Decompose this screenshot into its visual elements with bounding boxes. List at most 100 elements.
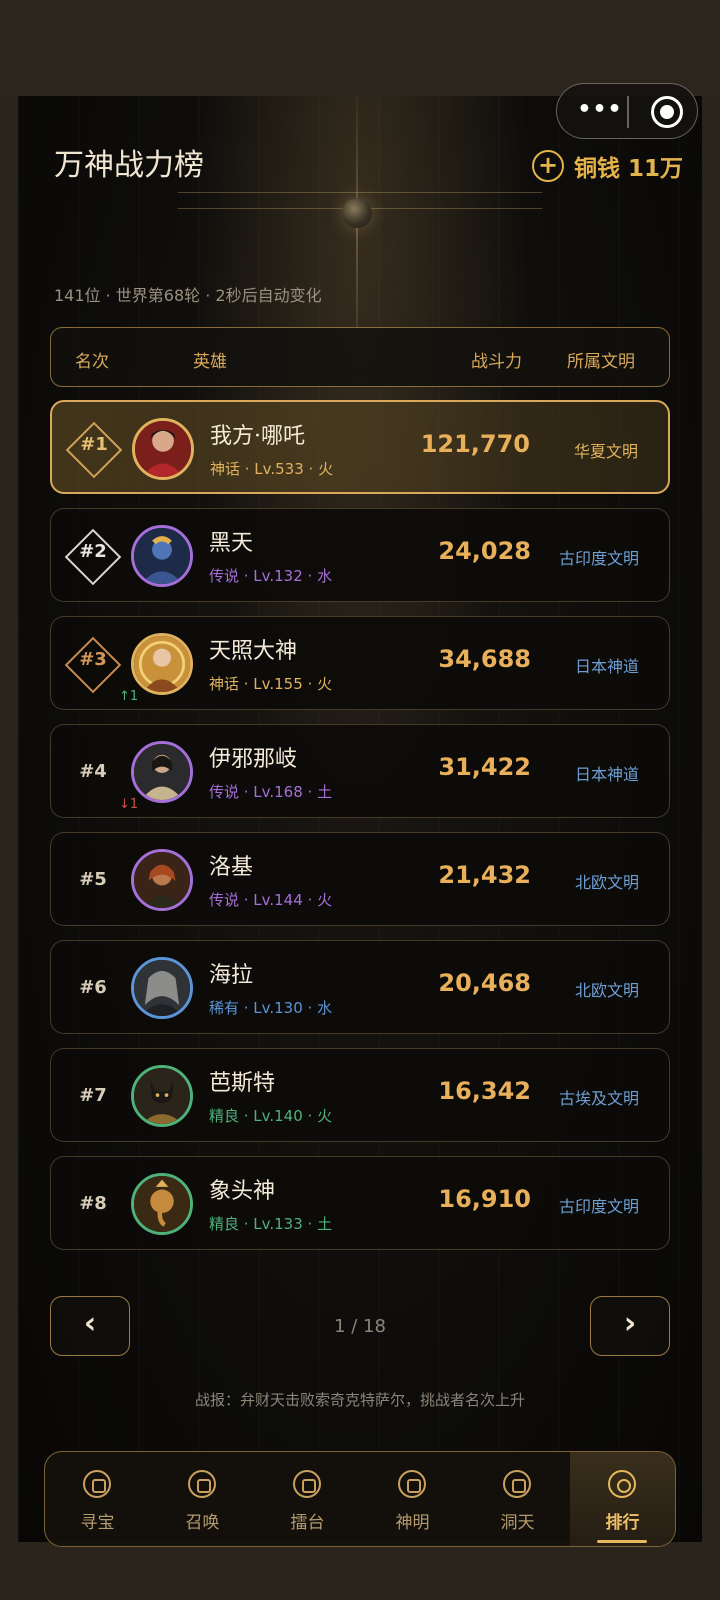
nav-item-deity[interactable]: 神明 [360,1452,465,1546]
next-page-button[interactable]: › [590,1296,670,1356]
plus-icon[interactable]: + [532,150,564,182]
nav-label: 寻宝 [80,1513,115,1533]
header-power: 战斗力 [471,352,522,372]
summon-icon [188,1470,216,1498]
arena-icon [293,1470,321,1498]
ranking-icon [608,1470,636,1498]
table-row[interactable]: #8 象头神 精良 · Lv.133 · 土 16,910 古印度文明 [50,1156,670,1250]
nav-label: 擂台 [290,1513,325,1533]
rank-label: #3 [79,649,107,670]
hero-info: 神话 · Lv.155 · 火 [209,675,333,693]
rank-label: #8 [79,1193,107,1214]
hero-name: 洛基 [209,855,254,880]
nav-label: 神明 [395,1513,430,1533]
nav-label: 召唤 [185,1513,220,1533]
nav-label: 排行 [605,1513,640,1533]
hero-info: 稀有 · Lv.130 · 水 [209,999,333,1017]
avatar [131,957,193,1019]
rank-label: #1 [80,434,108,455]
table-row[interactable]: #2 黑天 传说 · Lv.132 · 水 24,028 古印度文明 [50,508,670,602]
coin-value: 11万 [628,156,684,182]
hero-info: 传说 · Lv.168 · 土 [209,783,333,801]
portrait-icon [134,1068,190,1124]
rank-label: #5 [79,869,107,890]
civilization: 日本神道 [574,657,639,676]
treasure-icon [83,1470,111,1498]
civilization: 北欧文明 [574,981,639,1000]
civilization: 北欧文明 [574,873,639,892]
coin-balance: + 铜钱 11万 [532,148,683,184]
portrait-icon [134,528,190,584]
avatar [131,849,193,911]
bottom-nav: 寻宝 召唤 擂台 神明 洞天 排行 [44,1451,676,1547]
capsule-divider [627,96,629,128]
realm-icon [503,1470,531,1498]
hero-info: 精良 · Lv.133 · 土 [209,1215,333,1233]
portrait-icon [134,744,190,800]
nav-item-treasure[interactable]: 寻宝 [45,1452,150,1546]
power-value: 16,910 [438,1185,531,1213]
hero-name: 伊邪那岐 [209,747,298,772]
civilization: 华夏文明 [573,442,638,461]
target-icon[interactable] [651,96,683,128]
hero-info: 传说 · Lv.132 · 水 [209,567,333,585]
nav-item-ranking[interactable]: 排行 [570,1452,675,1546]
prev-page-button[interactable]: ‹ [50,1296,130,1356]
active-indicator [597,1540,647,1543]
nav-item-arena[interactable]: 擂台 [255,1452,360,1546]
avatar [131,525,193,587]
portrait-icon [134,1176,190,1232]
page-indicator: 1 / 18 [334,1316,386,1337]
hero-info: 传说 · Lv.144 · 火 [209,891,333,909]
mini-program-capsule: ••• [556,83,698,139]
power-value: 20,468 [438,969,531,997]
table-header: 名次 英雄 战斗力 所属文明 [50,327,670,387]
nav-label: 洞天 [500,1513,535,1533]
coin-label: 铜钱 [574,156,620,182]
civilization: 日本神道 [574,765,639,784]
avatar [131,741,193,803]
power-value: 121,770 [420,430,530,458]
power-value: 31,422 [438,753,531,781]
hero-name: 海拉 [209,963,254,988]
portrait-icon [134,636,190,692]
hero-name: 黑天 [209,531,254,556]
hero-name: 天照大神 [209,639,298,664]
table-row[interactable]: #5 洛基 传说 · Lv.144 · 火 21,432 北欧文明 [50,832,670,926]
rank-label: #2 [79,541,107,562]
battle-report: 战报：弁财天击败索奇克特萨尔，挑战者名次上升 [194,1391,525,1409]
decor-orb [342,198,372,228]
portrait-icon [134,960,190,1016]
nav-item-summon[interactable]: 召唤 [150,1452,255,1546]
deity-icon [398,1470,426,1498]
avatar [131,1173,193,1235]
portrait-icon [134,852,190,908]
portrait-icon [135,421,191,477]
nav-item-realm[interactable]: 洞天 [465,1452,570,1546]
civilization: 古印度文明 [558,1197,639,1216]
hero-name: 芭斯特 [209,1071,276,1096]
civilization: 古印度文明 [558,549,639,568]
rank-label: #7 [79,1085,107,1106]
rank-change: ↑1 [119,689,139,704]
hero-info: 精良 · Lv.140 · 火 [209,1107,333,1125]
hero-name: 象头神 [209,1179,276,1204]
rank-change: ↓1 [119,797,139,812]
avatar [131,1065,193,1127]
status-area [0,0,720,96]
table-row[interactable]: #4 ↓1 伊邪那岐 传说 · Lv.168 · 土 31,422 日本神道 [50,724,670,818]
power-value: 34,688 [438,645,531,673]
header-hero: 英雄 [193,352,227,372]
decor-line [178,192,542,193]
table-row[interactable]: #3 ↑1 天照大神 神话 · Lv.155 · 火 34,688 日本神道 [50,616,670,710]
header-rank: 名次 [75,352,109,372]
table-row[interactable]: #1 我方·哪吒 神话 · Lv.533 · 火 121,770 华夏文明 [50,400,670,494]
avatar [131,633,193,695]
header-civ: 所属文明 [567,352,635,372]
civilization: 古埃及文明 [558,1089,639,1108]
table-row[interactable]: #6 海拉 稀有 · Lv.130 · 水 20,468 北欧文明 [50,940,670,1034]
table-row[interactable]: #7 芭斯特 精良 · Lv.140 · 火 16,342 古埃及文明 [50,1048,670,1142]
hero-info: 神话 · Lv.533 · 火 [210,460,334,478]
more-button[interactable]: ••• [575,98,625,124]
power-value: 24,028 [438,537,531,565]
